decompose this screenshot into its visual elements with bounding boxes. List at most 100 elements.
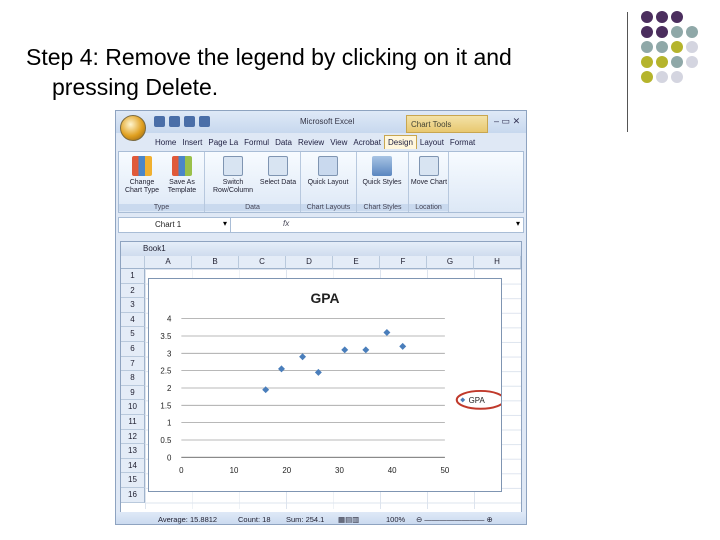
tab-insert[interactable]: Insert: [179, 136, 205, 149]
row-header[interactable]: 1: [121, 269, 145, 284]
column-header[interactable]: B: [192, 256, 239, 269]
formula-bar: Chart 1 ▾ fx ▾: [118, 217, 524, 233]
data-point: [362, 346, 370, 354]
save-icon[interactable]: [154, 116, 165, 128]
row-header[interactable]: 5: [121, 327, 145, 342]
row-header[interactable]: 2: [121, 283, 145, 299]
data-point: [341, 346, 349, 354]
workbook-title: Book1: [121, 242, 521, 256]
row-header[interactable]: 11: [121, 415, 145, 430]
tab-layout[interactable]: Layout: [417, 136, 447, 149]
select-all-corner[interactable]: [121, 256, 145, 269]
slide-title: Step 4: Remove the legend by clicking on…: [26, 42, 606, 102]
gpa-scatter-chart[interactable]: GPA00.511.522.533.540 10 20 30 40 50GPA: [148, 278, 502, 492]
accent-dot: [656, 11, 668, 23]
group-label-type: Type: [119, 204, 204, 211]
row-header[interactable]: 9: [121, 385, 145, 401]
formula-expand-icon[interactable]: ▾: [516, 219, 520, 228]
data-point: [262, 386, 270, 394]
row-header[interactable]: 7: [121, 356, 145, 372]
minimize-icon[interactable]: –: [494, 116, 499, 126]
tab-format[interactable]: Format: [447, 136, 478, 149]
close-icon[interactable]: ✕: [513, 116, 521, 126]
row-header[interactable]: 12: [121, 429, 145, 445]
accent-dot: [641, 26, 653, 38]
chart-tools-label: Chart Tools: [406, 115, 488, 133]
save-as-template-button[interactable]: Save As Template: [161, 156, 203, 195]
quick-styles-button[interactable]: Quick Styles: [361, 156, 403, 187]
row-header[interactable]: 6: [121, 342, 145, 357]
column-header[interactable]: G: [427, 256, 474, 269]
group-label-chart-layouts: Chart Layouts: [301, 204, 356, 211]
template-icon: [172, 156, 192, 176]
row-header[interactable]: 8: [121, 371, 145, 386]
quick-access-toolbar: [154, 116, 214, 128]
slide-title-line2: pressing Delete.: [52, 74, 219, 100]
accent-dot: [671, 56, 683, 68]
row-header[interactable]: 15: [121, 473, 145, 488]
tab-data[interactable]: Data: [272, 136, 295, 149]
accent-dot: [641, 71, 653, 83]
legend-marker: [460, 397, 466, 403]
quick-layout-icon: [318, 156, 338, 176]
slide-title-line1: Step 4: Remove the legend by clicking on…: [26, 44, 512, 70]
select-data-icon: [268, 156, 288, 176]
change-chart-type-button[interactable]: Change Chart Type: [121, 156, 163, 195]
row-header[interactable]: 13: [121, 444, 145, 459]
switch-icon: [223, 156, 243, 176]
accent-dot: [641, 41, 653, 53]
move-chart-button[interactable]: Move Chart: [409, 156, 449, 187]
row-header[interactable]: 14: [121, 458, 145, 474]
column-header[interactable]: H: [474, 256, 521, 269]
switch-row-column-button[interactable]: Switch Row/Column: [209, 156, 257, 195]
y-tick-label: 1: [167, 419, 172, 428]
column-header[interactable]: D: [286, 256, 333, 269]
ribbon-tabs: Home Insert Page La Formul Data Review View Acr…: [152, 135, 478, 151]
accent-dot: [671, 11, 683, 23]
row-header[interactable]: 10: [121, 400, 145, 415]
column-header[interactable]: C: [239, 256, 286, 269]
column-header[interactable]: F: [380, 256, 427, 269]
row-header[interactable]: 3: [121, 298, 145, 313]
accent-dot: [656, 26, 668, 38]
row-header[interactable]: 16: [121, 488, 145, 503]
zoom-slider[interactable]: ⊖ ———————— ⊕: [416, 515, 493, 524]
x-tick-label: 20: [282, 466, 291, 475]
tab-home[interactable]: Home: [152, 136, 179, 149]
column-header[interactable]: A: [145, 256, 192, 269]
window-buttons: – ▭ ✕: [494, 116, 520, 127]
row-header[interactable]: 4: [121, 312, 145, 328]
open-icon[interactable]: [199, 116, 210, 128]
accent-dot: [686, 56, 698, 68]
ribbon-group-type: Change Chart Type Save As Template Type: [119, 152, 205, 212]
accent-dot: [671, 26, 683, 38]
tab-page-la[interactable]: Page La: [205, 136, 241, 149]
maximize-icon[interactable]: ▭: [502, 116, 511, 126]
column-header[interactable]: E: [333, 256, 380, 269]
x-tick-label: 30: [335, 466, 344, 475]
y-tick-label: 1.5: [160, 401, 172, 410]
tab-review[interactable]: Review: [295, 136, 327, 149]
name-box-dropdown-icon[interactable]: ▾: [223, 219, 227, 228]
accent-dot-grid: [641, 11, 720, 111]
tab-acrobat[interactable]: Acrobat: [350, 136, 384, 149]
redo-icon[interactable]: [184, 116, 195, 128]
office-button[interactable]: [120, 115, 146, 141]
name-box[interactable]: Chart 1: [119, 218, 231, 232]
app-title: Microsoft Excel: [300, 117, 355, 126]
view-buttons-icon[interactable]: ▦▤▥: [338, 515, 359, 524]
x-tick-label: 0: [179, 466, 184, 475]
ribbon-group-data: Switch Row/Column Select Data Data: [205, 152, 301, 212]
undo-icon[interactable]: [169, 116, 180, 128]
tab-design[interactable]: Design: [383, 135, 417, 149]
select-data-button[interactable]: Select Data: [257, 156, 299, 187]
data-point: [314, 368, 322, 376]
quick-layout-button[interactable]: Quick Layout: [307, 156, 349, 187]
tab-view[interactable]: View: [327, 136, 350, 149]
y-tick-label: 3: [167, 349, 172, 358]
chart-title: GPA: [310, 290, 339, 306]
tab-formul[interactable]: Formul: [241, 136, 272, 149]
zoom-level[interactable]: 100%: [386, 515, 405, 524]
status-average: Average: 15.8812: [158, 515, 218, 524]
fx-icon[interactable]: fx: [283, 219, 289, 228]
